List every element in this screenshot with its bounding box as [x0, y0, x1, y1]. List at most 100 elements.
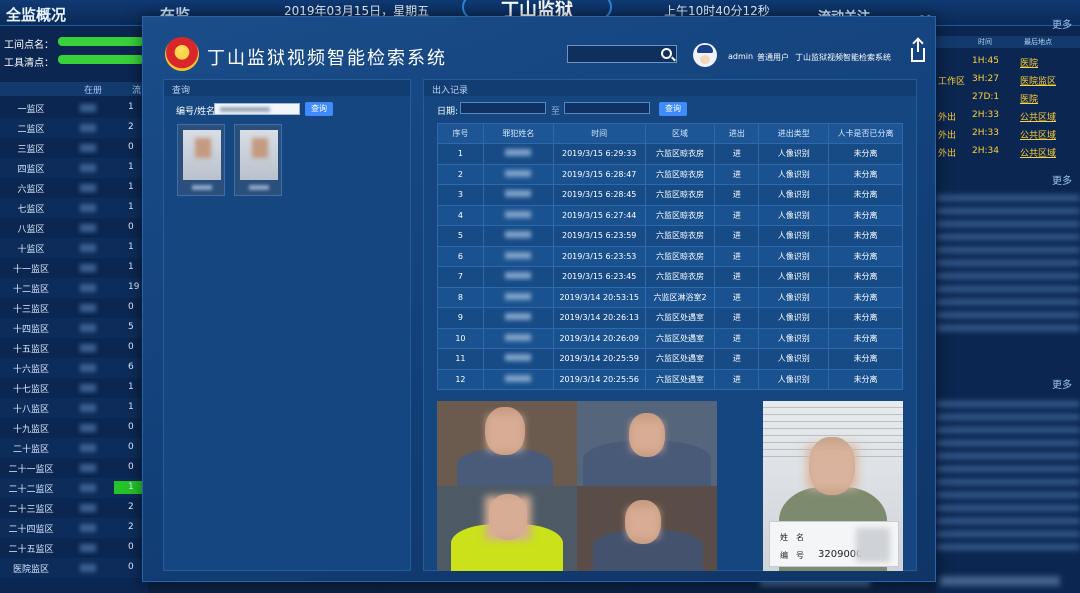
records-query-button[interactable]: 查询 [659, 102, 687, 116]
district-value: 0 [128, 342, 134, 352]
district-row[interactable]: 十四监区 5 [0, 318, 148, 338]
export-icon[interactable] [911, 40, 925, 62]
district-row[interactable]: 一监区 1 [0, 98, 148, 118]
activity-location[interactable]: 公共区域 [1020, 128, 1056, 141]
district-row[interactable]: 二十四监区 2 [0, 518, 148, 538]
district-row[interactable]: 三监区 0 [0, 138, 148, 158]
activity-row[interactable]: 外出 2H:34 公共区域 [936, 142, 1080, 160]
redacted-name [505, 272, 532, 280]
redacted-value [80, 484, 96, 492]
query-button[interactable]: 查询 [305, 102, 333, 116]
district-table-header: 在册 流 [0, 82, 148, 96]
redacted-name [505, 251, 532, 259]
cell-type: 人像识别 [758, 286, 830, 308]
id-name-label: 编号/姓名 [176, 107, 216, 117]
activity-location[interactable]: 医院监区 [1020, 74, 1056, 87]
cell-index: 6 [437, 245, 484, 267]
district-value: 2 [128, 522, 134, 532]
district-row[interactable]: 十五监区 0 [0, 338, 148, 358]
more-link[interactable]: 更多 [1052, 376, 1072, 391]
district-row[interactable]: 二十监区 0 [0, 438, 148, 458]
column-header: 时间 [978, 38, 992, 46]
activity-location[interactable]: 医院 [1020, 92, 1038, 105]
records-table-body: 1 2019/3/15 6:29:33 六监区晾衣房进人像识别 未分离 2 2019/3/… [437, 143, 903, 390]
redacted-value [80, 124, 96, 132]
redacted-value [80, 504, 96, 512]
activity-row[interactable]: 工作区 3H:27 医院监区 [936, 70, 1080, 88]
table-row[interactable]: 10 2019/3/14 20:26:09 六监区处遇室进人像识别 未分离 [437, 327, 903, 349]
right-activity-panel: 更多 时间 最后地点 1H:45 医院 工作区 3H:27 医院监区 27D:1 医院 外出 2… [936, 20, 1080, 593]
end-date-input[interactable] [564, 102, 650, 114]
district-value: 0 [128, 542, 134, 552]
district-row[interactable]: 医院监区 0 [0, 558, 148, 578]
table-row[interactable]: 2 2019/3/15 6:28:47 六监区晾衣房进人像识别 未分离 [437, 163, 903, 185]
table-row[interactable]: 7 2019/3/15 6:23:45 六监区晾衣房进人像识别 未分离 [437, 266, 903, 288]
start-date-input[interactable] [460, 102, 546, 114]
district-name: 二十一监区 [8, 465, 54, 475]
redacted-value [80, 304, 96, 312]
search-icon[interactable] [661, 48, 672, 59]
activity-row[interactable]: 外出 2H:33 公共区域 [936, 124, 1080, 142]
district-row[interactable]: 十二监区 19 [0, 278, 148, 298]
activity-location[interactable]: 公共区域 [1020, 146, 1056, 159]
user-avatar[interactable] [693, 43, 717, 67]
district-row[interactable]: 七监区 1 [0, 198, 148, 218]
id-name-input[interactable] [214, 103, 300, 115]
district-value: 1 [128, 382, 134, 392]
district-row[interactable]: 十八监区 1 [0, 398, 148, 418]
dialog-header: 丁山监狱视频智能检索系统 admin 普通用户 丁山监狱视频智能检索系统 [143, 17, 937, 77]
table-row[interactable]: 1 2019/3/15 6:29:33 六监区晾衣房进人像识别 未分离 [437, 143, 903, 165]
cell-time: 2019/3/15 6:28:45 [552, 184, 646, 206]
district-row[interactable]: 十一监区 1 [0, 258, 148, 278]
capture-collage[interactable] [437, 401, 717, 571]
district-row[interactable]: 二十五监区 0 [0, 538, 148, 558]
district-name: 六监区 [17, 185, 45, 195]
activity-location[interactable]: 公共区域 [1020, 110, 1056, 123]
activity-duration: 3H:27 [972, 74, 999, 84]
district-row[interactable]: 四监区 1 [0, 158, 148, 178]
blurred-face [631, 421, 663, 451]
activity-row[interactable]: 1H:45 医院 [936, 52, 1080, 70]
district-row[interactable]: 二十一监区 0 [0, 458, 148, 478]
cell-type: 人像识别 [758, 327, 830, 349]
district-row[interactable]: 十九监区 0 [0, 418, 148, 438]
district-row[interactable]: 十六监区 6 [0, 358, 148, 378]
district-row[interactable]: 二十三监区 2 [0, 498, 148, 518]
table-row[interactable]: 9 2019/3/14 20:26:13 六监区处遇室进人像识别 未分离 [437, 307, 903, 329]
district-row[interactable]: 十七监区 1 [0, 378, 148, 398]
cell-area: 六监区处遇室 [644, 348, 716, 370]
district-name: 七监区 [17, 205, 45, 215]
district-row[interactable]: 二监区 2 [0, 118, 148, 138]
column-header: 进出 [714, 123, 760, 144]
table-row[interactable]: 3 2019/3/15 6:28:45 六监区晾衣房进人像识别 未分离 [437, 184, 903, 206]
district-name: 十二监区 [12, 285, 49, 295]
table-row[interactable]: 4 2019/3/15 6:27:44 六监区晾衣房进人像识别 未分离 [437, 204, 903, 226]
district-row[interactable]: 十监区 1 [0, 238, 148, 258]
capture-image [577, 486, 717, 571]
activity-location[interactable]: 医院 [1020, 56, 1038, 69]
activity-row[interactable]: 外出 2H:33 公共区域 [936, 106, 1080, 124]
cell-area: 六监区处遇室 [644, 327, 716, 349]
table-row[interactable]: 5 2019/3/15 6:23:59 六监区晾衣房进人像识别 未分离 [437, 225, 903, 247]
district-row[interactable]: 八监区 0 [0, 218, 148, 238]
result-thumbnail[interactable] [234, 124, 282, 196]
more-link[interactable]: 更多 [1052, 16, 1072, 31]
cell-name [482, 163, 554, 185]
table-row[interactable]: 8 2019/3/14 20:53:15 六监区淋浴室2 进人像识别 未分离 [437, 286, 903, 308]
table-row[interactable]: 11 2019/3/14 20:25:59 六监区处遇室进人像识别 未分离 [437, 348, 903, 370]
district-name: 十七监区 [12, 385, 49, 395]
more-link[interactable]: 更多 [1052, 172, 1072, 187]
table-row[interactable]: 6 2019/3/15 6:23:53 六监区晾衣房进人像识别 未分离 [437, 245, 903, 267]
district-row[interactable]: 二十二监区 1 [0, 478, 148, 498]
cell-type: 人像识别 [758, 163, 830, 185]
table-row[interactable]: 12 2019/3/14 20:25:56 六监区处遇室进人像识别 未分离 [437, 368, 903, 390]
cell-separation: 未分离 [828, 184, 903, 206]
activity-status: 工作区 [938, 77, 966, 87]
mugshot-photo[interactable]: 姓 名 编 号 3209000 [763, 401, 903, 571]
redacted-value [80, 344, 96, 352]
result-thumbnail[interactable] [177, 124, 225, 196]
district-row[interactable]: 六监区 1 [0, 178, 148, 198]
cell-time: 2019/3/14 20:26:13 [552, 307, 646, 329]
district-row[interactable]: 十三监区 0 [0, 298, 148, 318]
activity-row[interactable]: 27D:1 医院 [936, 88, 1080, 106]
